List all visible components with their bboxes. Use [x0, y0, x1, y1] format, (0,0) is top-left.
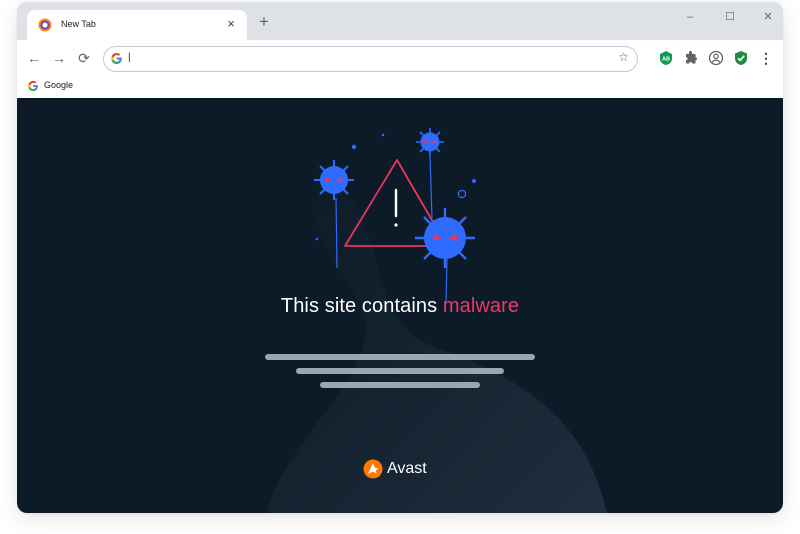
particle-dot	[381, 133, 385, 137]
menu-kebab-icon[interactable]: ⋮	[757, 49, 775, 67]
virus-icon	[415, 208, 475, 268]
tab-strip: New Tab × + – ☐ ✕	[17, 2, 783, 40]
google-g-icon	[28, 80, 38, 92]
malware-illustration	[314, 128, 476, 304]
brand-name: Avast	[387, 460, 427, 477]
profile-icon[interactable]	[708, 50, 724, 66]
back-button[interactable]: ←	[25, 49, 43, 67]
minimize-button[interactable]: –	[679, 8, 701, 26]
browser-window: New Tab × + – ☐ ✕ ← → ⟳ | ☆ AB ⋮ Google …	[17, 2, 783, 513]
close-tab-icon[interactable]: ×	[224, 17, 238, 31]
placeholder-text-bar	[320, 382, 480, 388]
tab-title: New Tab	[61, 19, 96, 29]
particle-ring	[457, 189, 467, 199]
particle-dot	[351, 144, 357, 150]
bookmark-label: Google	[44, 80, 74, 90]
malware-warning-page: This site contains malware Avast	[17, 98, 783, 513]
headline-highlight: malware	[442, 295, 520, 317]
extensions-puzzle-icon[interactable]	[683, 50, 699, 66]
avast-shield-icon[interactable]	[733, 50, 749, 66]
avast-logo-icon	[363, 459, 383, 479]
address-input-value[interactable]: |	[128, 52, 131, 63]
new-tab-button[interactable]: +	[255, 13, 273, 31]
particle-dot	[472, 179, 476, 183]
bookmarks-bar: Google	[17, 76, 783, 99]
bookmark-star-icon[interactable]: ☆	[618, 50, 629, 64]
reload-button[interactable]: ⟳	[75, 49, 93, 67]
placeholder-text-bar	[296, 368, 504, 374]
chrome-new-tab-icon	[38, 18, 52, 32]
headline-text: This site contains	[280, 295, 443, 317]
adblock-badge-text: AB	[662, 57, 670, 63]
toolbar: ← → ⟳ | ☆ AB ⋮	[17, 40, 783, 76]
maximize-button[interactable]: ☐	[719, 8, 741, 26]
address-bar[interactable]: | ☆	[103, 46, 638, 72]
particle-dot	[315, 237, 319, 241]
adblock-icon[interactable]: AB	[658, 50, 674, 66]
malware-headline: This site contains malware	[17, 295, 783, 318]
close-window-button[interactable]: ✕	[757, 8, 779, 26]
google-g-icon	[111, 53, 122, 64]
forward-button[interactable]: →	[50, 49, 68, 67]
placeholder-text-bar	[265, 354, 535, 360]
virus-icon	[314, 160, 354, 200]
virus-icon	[416, 128, 444, 156]
tab-new-tab[interactable]: New Tab ×	[27, 10, 247, 40]
